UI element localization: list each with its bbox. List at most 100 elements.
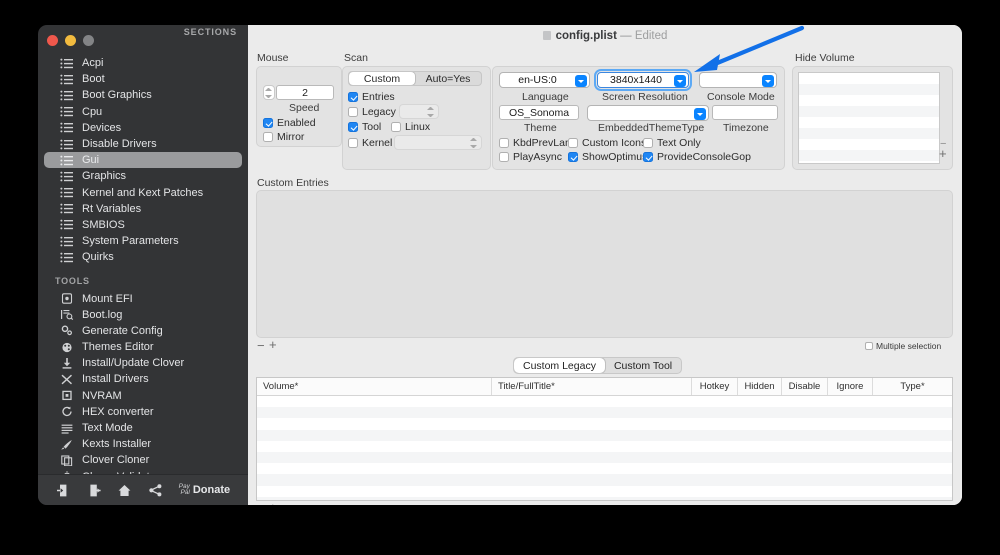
sidebar-item-install-update-clover[interactable]: Install/Update Clover [44,355,242,371]
sidebar-item-hex-converter[interactable]: HEX converter [44,404,242,420]
chevron-updown-icon[interactable] [694,108,706,120]
column-header-disable[interactable]: Disable [782,378,828,395]
scan-legacy-checkbox[interactable]: Legacy [348,106,396,118]
chevron-down-icon[interactable] [575,75,587,87]
sidebar-item-nvram[interactable]: NVRAM [44,388,242,404]
table-row[interactable] [257,486,952,497]
multiple-selection-checkbox[interactable]: Multiple selection [865,341,941,351]
table-row[interactable] [257,407,952,419]
scan-auto-tab[interactable]: Auto=Yes [415,72,481,85]
maximize-button[interactable] [83,35,94,46]
list-item[interactable] [799,84,939,95]
showoptimus-checkbox[interactable]: ShowOptimus [568,151,647,163]
scan-kernel-checkbox[interactable]: Kernel [348,137,392,149]
language-dropdown[interactable]: en-US:0 [499,72,590,88]
sidebar-item-clover-cloner[interactable]: Clover Cloner [44,452,242,468]
sidebar-item-quirks[interactable]: Quirks [44,249,242,265]
share-button[interactable] [148,483,163,498]
sidebar-item-themes-editor[interactable]: Themes Editor [44,339,242,355]
table-row[interactable] [257,451,952,464]
table-remove-row-button[interactable]: − [257,501,267,505]
sidebar-item-boot-log[interactable]: Boot.log [44,307,242,323]
sidebar-item-system-parameters[interactable]: System Parameters [44,233,242,249]
text-only-checkbox[interactable]: Text Only [643,137,701,149]
sidebar-item-disable-drivers[interactable]: Disable Drivers [44,136,242,152]
sidebar-item-acpi[interactable]: Acpi [44,55,242,71]
sidebar-item-smbios[interactable]: SMBIOS [44,217,242,233]
list-item[interactable] [799,139,939,150]
sidebar-item-kernel-and-kext-patches[interactable]: Kernel and Kext Patches [44,185,242,201]
table-add-row-button[interactable]: + [269,500,279,505]
mouse-enabled-checkbox[interactable]: Enabled [263,117,316,129]
close-button[interactable] [47,35,58,46]
kbdprevlang-checkbox[interactable]: KbdPrevLang [499,137,577,149]
console-mode-dropdown[interactable] [699,72,777,88]
custom-entries-remove-button[interactable]: − [257,338,267,353]
timezone-input[interactable] [712,105,778,120]
scan-kernel-stepper[interactable] [394,135,482,150]
import-button[interactable] [56,483,71,498]
sidebar-item-graphics[interactable]: Graphics [44,168,242,184]
scan-custom-tab[interactable]: Custom [349,72,415,85]
list-item[interactable] [799,73,939,84]
column-header-hidden[interactable]: Hidden [738,378,782,395]
chevron-down-icon[interactable] [762,75,774,87]
custom-entries-panel[interactable] [256,190,953,338]
home-button[interactable] [117,483,132,498]
list-item[interactable] [799,106,939,117]
sidebar-item-devices[interactable]: Devices [44,120,242,136]
table-row[interactable] [257,429,952,441]
scan-tool-checkbox[interactable]: Tool [348,121,381,133]
sidebar-item-text-mode[interactable]: Text Mode [44,420,242,436]
sidebar-item-cpu[interactable]: Cpu [44,104,242,120]
tab-custom-legacy[interactable]: Custom Legacy [514,358,605,373]
sidebar-item-gui[interactable]: Gui [44,152,242,169]
mouse-speed-value[interactable]: 2 [276,85,334,100]
hide-volume-add-button[interactable]: + [939,146,947,161]
scan-linux-checkbox[interactable]: Linux [391,121,430,133]
column-header-volume[interactable]: Volume* [257,378,492,395]
hide-volume-list[interactable] [798,72,940,164]
table-row[interactable] [257,463,952,474]
sidebar-item-kexts-installer[interactable]: Kexts Installer [44,436,242,452]
custom-icons-checkbox[interactable]: Custom Icons [568,137,646,149]
column-header-type[interactable]: Type* [873,378,952,395]
sidebar-item-boot[interactable]: Boot [44,71,242,87]
provideconsolegop-checkbox[interactable]: ProvideConsoleGop [643,151,751,163]
sidebar-item-install-drivers[interactable]: Install Drivers [44,371,242,387]
table-body[interactable] [257,396,952,500]
table-row[interactable] [257,396,952,407]
export-button[interactable] [87,483,102,498]
sidebar-scroll[interactable]: Acpi Boot Boot Graphics Cpu Devices Disa… [38,46,248,474]
screen-resolution-dropdown[interactable]: 3840x1440 [594,69,692,91]
embedded-theme-type-dropdown[interactable] [587,105,709,121]
table-row[interactable] [257,441,952,452]
scan-legacy-stepper[interactable] [399,104,439,119]
column-header-ignore[interactable]: Ignore [828,378,873,395]
playasync-checkbox[interactable]: PlayAsync [499,151,562,163]
table-row[interactable] [257,418,952,429]
list-item[interactable] [799,128,939,139]
column-header-hotkey[interactable]: Hotkey [692,378,738,395]
custom-entries-table[interactable]: Volume* Title/FullTitle* Hotkey Hidden D… [256,377,953,501]
scan-entries-checkbox[interactable]: Entries [348,91,395,103]
list-item[interactable] [799,95,939,106]
sidebar-item-mount-efi[interactable]: Mount EFI [44,290,242,306]
sidebar-item-boot-graphics[interactable]: Boot Graphics [44,87,242,103]
column-header-title[interactable]: Title/FullTitle* [492,378,692,395]
theme-input[interactable]: OS_Sonoma [499,105,579,120]
paypal-donate-button[interactable]: Pay Pal Donate [179,483,230,497]
mouse-speed-stepper[interactable] [263,85,275,100]
sidebar-item-generate-config[interactable]: Generate Config [44,323,242,339]
scan-mode-segmented[interactable]: Custom Auto=Yes [348,71,482,86]
mouse-mirror-checkbox[interactable]: Mirror [263,131,304,143]
tab-custom-tool[interactable]: Custom Tool [605,358,681,373]
list-item[interactable] [799,117,939,128]
table-row[interactable] [257,474,952,486]
minimize-button[interactable] [65,35,76,46]
table-row[interactable] [257,496,952,500]
custom-entries-add-button[interactable]: + [269,337,279,352]
sidebar-item-rt-variables[interactable]: Rt Variables [44,201,242,217]
list-item[interactable] [799,150,939,161]
chevron-down-icon[interactable] [674,75,686,87]
